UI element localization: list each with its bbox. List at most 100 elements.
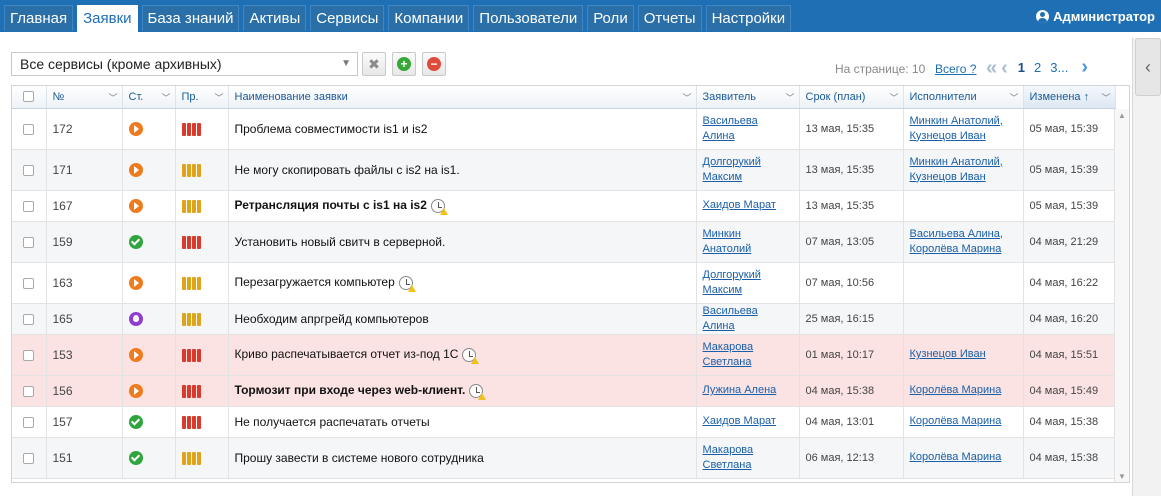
assignee-link[interactable]: Королёва Марина [910, 450, 1017, 465]
table-row[interactable]: 159 Установить новый свитч в серверной. Ми… [12, 221, 1116, 263]
scroll-up-icon[interactable]: ▲ [1118, 111, 1126, 120]
scroll-down-icon[interactable]: ▼ [1118, 472, 1126, 481]
requester-link[interactable]: Васильева Алина [703, 114, 793, 144]
assignee-link[interactable]: Кузнецов Иван [910, 170, 1017, 185]
ticket-title-cell[interactable]: Не могу скопировать файлы с is2 на is1. [228, 149, 697, 191]
chevron-down-icon[interactable]: ﹀ [1101, 91, 1110, 104]
vertical-scrollbar[interactable]: ▲ ▼ [1114, 109, 1129, 482]
row-checkbox[interactable] [23, 385, 35, 397]
column-header-changed[interactable]: Изменена ↑ ﹀ [1023, 86, 1116, 109]
column-header-assignees[interactable]: Исполнители ﹀ [903, 86, 1024, 109]
requester-link[interactable]: Хаидов Марат [703, 414, 793, 429]
requester-link[interactable]: Васильева Алина [703, 304, 793, 334]
table-row[interactable]: 153 Криво распечатывается отчет из-под 1С… [12, 334, 1116, 376]
ticket-title[interactable]: Перезагружается компьютер [235, 275, 395, 289]
nav-tab[interactable]: Сервисы [310, 5, 385, 31]
ticket-title[interactable]: Не могу скопировать файлы с is2 на is1. [235, 163, 460, 177]
assignee-link[interactable]: Васильева Алина, [910, 227, 1017, 242]
chevron-down-icon[interactable]: ﹀ [785, 91, 794, 104]
page-link-1[interactable]: 1 [1018, 60, 1025, 75]
nav-tab[interactable]: Активы [243, 5, 307, 31]
table-row[interactable]: 157 Не получается распечатать отчеты Хаидо… [12, 406, 1116, 438]
chevron-down-icon[interactable]: ﹀ [682, 91, 691, 104]
assignee-link[interactable]: Кузнецов Иван [910, 347, 1017, 362]
user-menu[interactable]: Администратор [1036, 9, 1155, 24]
ticket-title[interactable]: Проблема совместимости is1 и is2 [235, 122, 428, 136]
assignee-link[interactable]: Кузнецов Иван [910, 129, 1017, 144]
clear-filter-button[interactable]: ✖ [362, 52, 386, 76]
remove-filter-button[interactable]: − [422, 52, 446, 76]
assignee-link[interactable]: Минкин Анатолий, [910, 155, 1017, 170]
nav-tab[interactable]: Пользователи [473, 5, 584, 31]
row-checkbox[interactable] [23, 236, 35, 248]
chevron-down-icon[interactable]: ﹀ [214, 91, 223, 104]
chevron-down-icon[interactable]: ﹀ [889, 91, 898, 104]
page-link-3[interactable]: 3... [1050, 60, 1068, 75]
page-link-2[interactable]: 2 [1034, 60, 1041, 75]
nav-tab[interactable]: Роли [587, 5, 634, 31]
collapse-panel-button[interactable]: ‹ [1135, 38, 1161, 96]
row-checkbox[interactable] [23, 200, 35, 212]
nav-tab[interactable]: Главная [4, 5, 74, 31]
column-header-requester[interactable]: Заявитель ﹀ [696, 86, 800, 109]
requester-link[interactable]: Долгорукий Максим [703, 155, 793, 185]
column-header-title[interactable]: Наименование заявки ﹀ [228, 86, 697, 109]
chevron-down-icon[interactable]: ﹀ [161, 91, 170, 104]
ticket-title-cell[interactable]: Установить новый свитч в серверной. [228, 221, 697, 263]
chevron-down-icon[interactable]: ﹀ [1009, 91, 1018, 104]
nav-tab[interactable]: Отчеты [637, 5, 702, 31]
ticket-title[interactable]: Ретрансляция почты с is1 на is2 [235, 198, 427, 212]
column-header-status[interactable]: Ст. ﹀ [122, 86, 176, 109]
ticket-title[interactable]: Прошу завести в системе нового сотрудник… [235, 451, 484, 465]
assignee-link[interactable]: Минкин Анатолий, [910, 114, 1017, 129]
first-page-icon[interactable]: « [986, 58, 997, 78]
total-count-link[interactable]: Всего ? [935, 62, 976, 76]
requester-link[interactable]: Минкин Анатолий [703, 227, 793, 257]
ticket-title-cell[interactable]: Тормозит при входе через web-клиент. [228, 375, 697, 407]
next-page-icon[interactable]: › [1081, 56, 1088, 79]
ticket-title-cell[interactable]: Перезагружается компьютер [228, 262, 697, 304]
ticket-title[interactable]: Установить новый свитч в серверной. [235, 235, 446, 249]
column-header-due[interactable]: Срок (план) ﹀ [799, 86, 904, 109]
requester-link[interactable]: Хаидов Марат [703, 198, 793, 213]
ticket-title-cell[interactable]: Криво распечатывается отчет из-под 1С [228, 334, 697, 376]
requester-link[interactable]: Долгорукий Максим [703, 268, 793, 298]
column-header-priority[interactable]: Пр. ﹀ [175, 86, 229, 109]
table-row[interactable]: 167 Ретрансляция почты с is1 на is2 Хаидов… [12, 190, 1116, 222]
assignee-link[interactable]: Королёва Марина [910, 242, 1017, 257]
ticket-title-cell[interactable]: Ретрансляция почты с is1 на is2 [228, 190, 697, 222]
column-header-num[interactable]: № ﹀ [46, 86, 123, 109]
requester-link[interactable]: Макарова Светлана [703, 340, 793, 370]
row-checkbox[interactable] [23, 416, 35, 428]
table-row[interactable]: 163 Перезагружается компьютер Долгорукий М… [12, 262, 1116, 304]
chevron-down-icon[interactable]: ﹀ [108, 91, 117, 104]
ticket-title-cell[interactable]: Проблема совместимости is1 и is2 [228, 108, 697, 150]
row-checkbox[interactable] [23, 164, 35, 176]
add-filter-button[interactable]: + [392, 52, 416, 76]
row-checkbox[interactable] [23, 277, 35, 289]
table-row[interactable]: 151 Прошу завести в системе нового сотруд… [12, 437, 1116, 479]
ticket-title[interactable]: Криво распечатывается отчет из-под 1С [235, 347, 459, 361]
nav-tab[interactable]: Заявки [77, 5, 138, 35]
assignee-link[interactable]: Королёва Марина [910, 383, 1017, 398]
table-row[interactable]: 171 Не могу скопировать файлы с is2 на is… [12, 149, 1116, 191]
row-checkbox[interactable] [23, 313, 35, 325]
select-all-checkbox[interactable] [23, 91, 35, 103]
ticket-title-cell[interactable]: Прошу завести в системе нового сотрудник… [228, 437, 697, 479]
requester-link[interactable]: Лужина Алена [703, 383, 793, 398]
assignee-link[interactable]: Королёва Марина [910, 414, 1017, 429]
table-row[interactable]: 172 Проблема совместимости is1 и is2 Васил… [12, 108, 1116, 150]
table-row[interactable]: 156 Тормозит при входе через web-клиент. Л… [12, 375, 1116, 407]
service-filter-select[interactable]: Все сервисы (кроме архивных) ▼ [11, 52, 358, 76]
ticket-title[interactable]: Тормозит при входе через web-клиент. [235, 383, 466, 397]
ticket-title-cell[interactable]: Необходим апргрейд компьютеров [228, 303, 697, 335]
nav-tab[interactable]: Настройки [705, 5, 792, 31]
ticket-title[interactable]: Не получается распечатать отчеты [235, 415, 430, 429]
nav-tab[interactable]: База знаний [141, 5, 240, 31]
ticket-title[interactable]: Необходим апргрейд компьютеров [235, 312, 429, 326]
ticket-title-cell[interactable]: Не получается распечатать отчеты [228, 406, 697, 438]
row-checkbox[interactable] [23, 349, 35, 361]
requester-link[interactable]: Макарова Светлана [703, 443, 793, 473]
row-checkbox[interactable] [23, 123, 35, 135]
table-row[interactable]: 165 Необходим апргрейд компьютеров Василье… [12, 303, 1116, 335]
